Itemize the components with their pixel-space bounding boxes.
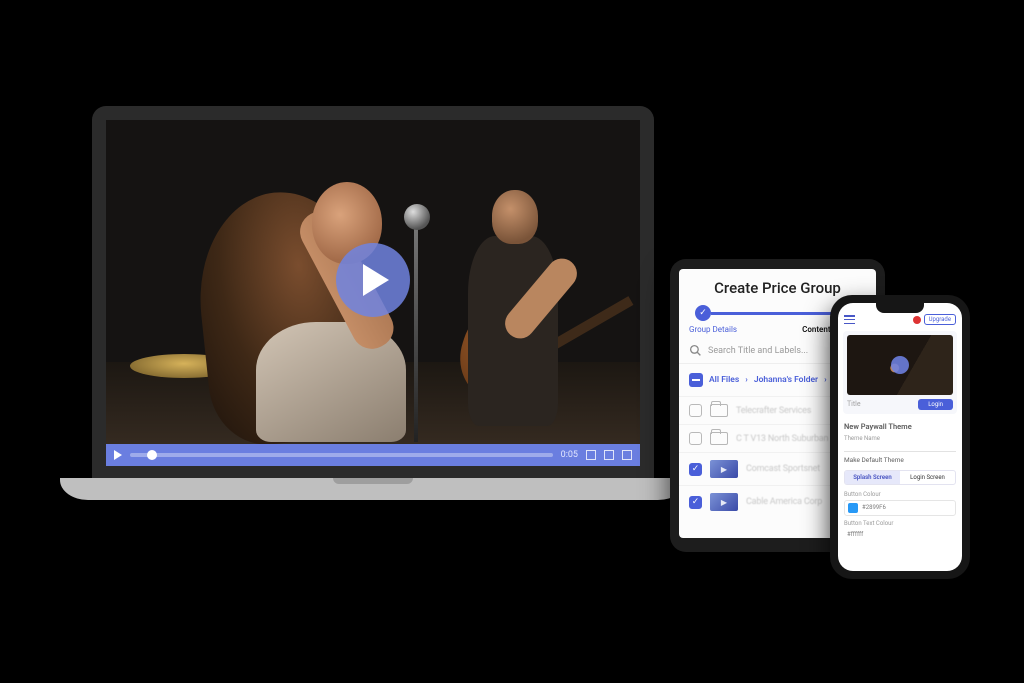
button-colour-label: Button Colour <box>838 487 962 498</box>
tab-splash[interactable]: Splash Screen <box>845 471 900 484</box>
laptop-bezel: 0:05 <box>92 106 654 480</box>
player-controls: 0:05 <box>106 444 640 466</box>
video-thumb-icon <box>710 493 738 511</box>
notification-dot-icon[interactable] <box>913 316 921 324</box>
phone-notch <box>876 303 924 313</box>
row-checkbox[interactable] <box>689 496 702 509</box>
button-text-colour-value: #ffffff <box>847 531 863 538</box>
phone-device: Upgrade Title Login New Paywall Theme Th… <box>830 295 970 579</box>
folder-icon <box>710 404 728 417</box>
progress-bar[interactable] <box>130 453 553 457</box>
search-placeholder: Search Title and Labels... <box>708 346 808 356</box>
row-checkbox[interactable] <box>689 432 702 445</box>
laptop-base <box>60 478 686 500</box>
step-one-done-icon[interactable]: ✓ <box>695 305 711 321</box>
login-button[interactable]: Login <box>918 399 953 410</box>
chevron-right-icon: › <box>745 375 748 385</box>
upgrade-button[interactable]: Upgrade <box>924 314 956 325</box>
button-colour-value: #2899F6 <box>862 504 886 511</box>
button-text-colour-label: Button Text Colour <box>838 518 962 527</box>
row-checkbox[interactable] <box>689 404 702 417</box>
select-partial-icon[interactable] <box>689 373 703 387</box>
breadcrumb-folder[interactable]: Johanna's Folder <box>754 375 818 385</box>
list-item-label: Cable America Corp <box>746 497 822 507</box>
step-one-label: Group Details <box>689 325 737 334</box>
chevron-right-icon: › <box>824 375 827 385</box>
row-checkbox[interactable] <box>689 463 702 476</box>
settings-icon[interactable] <box>604 450 614 460</box>
preview-title-label: Title <box>847 400 861 408</box>
screen-tabs: Splash Screen Login Screen <box>844 470 956 485</box>
swatch-icon <box>848 503 858 513</box>
breadcrumb-root[interactable]: All Files <box>709 375 739 385</box>
laptop-device: 0:05 <box>92 106 654 480</box>
section-title: New Paywall Theme <box>838 416 962 433</box>
theme-name-input[interactable] <box>844 442 956 452</box>
folder-icon <box>710 432 728 445</box>
preview-card: Title Login <box>843 331 957 414</box>
list-item-label: C T V13 North Suburban <box>736 434 828 444</box>
menu-icon[interactable] <box>844 315 855 324</box>
play-button[interactable] <box>336 243 410 317</box>
search-icon <box>689 344 702 357</box>
theme-name-label: Theme Name <box>838 433 962 442</box>
make-default-option[interactable]: Make Default Theme <box>838 452 962 466</box>
play-pause-icon[interactable] <box>114 450 122 460</box>
stepper-line <box>711 312 844 315</box>
progress-knob[interactable] <box>147 450 157 460</box>
list-item-label: Comcast Sportsnet <box>746 464 820 474</box>
video-thumb-icon <box>710 460 738 478</box>
button-text-colour-picker[interactable]: #ffffff <box>844 529 956 540</box>
volume-icon[interactable] <box>586 450 596 460</box>
list-item-label: Telecrafter Services <box>736 406 811 416</box>
fullscreen-icon[interactable] <box>622 450 632 460</box>
tab-login[interactable]: Login Screen <box>900 471 955 484</box>
video-player: 0:05 <box>106 120 640 466</box>
phone-screen: Upgrade Title Login New Paywall Theme Th… <box>838 303 962 571</box>
play-icon <box>847 335 953 395</box>
time-elapsed: 0:05 <box>561 450 578 460</box>
button-colour-picker[interactable]: #2899F6 <box>844 500 956 516</box>
preview-thumbnail[interactable] <box>847 335 953 395</box>
